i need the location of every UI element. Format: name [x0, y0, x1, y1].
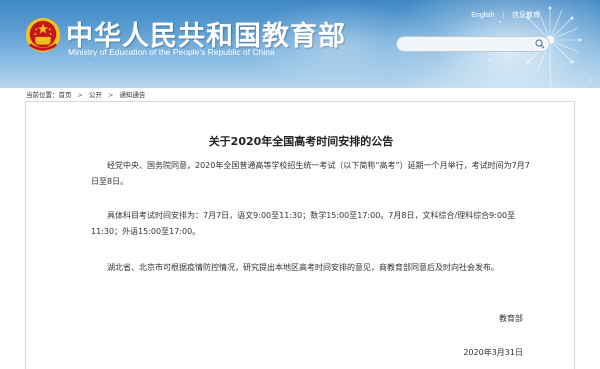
link-divider: |	[502, 12, 505, 19]
breadcrumb-public[interactable]: 公开	[89, 89, 102, 99]
article-paragraph: 经党中央、国务院同意，2020年全国普通高等学校招生统一考试（以下简称“高考”）…	[91, 161, 530, 186]
article-signer: 教育部	[499, 314, 523, 323]
breadcrumb-separator: >	[77, 91, 83, 99]
top-links: English | 信息教育	[471, 10, 540, 20]
article-paragraph: 具体科目考试时间安排为：7月7日，语文9:00至11:30；数学15:00至17…	[91, 211, 516, 236]
article-title: 关于2020年全国高考时间安排的公告	[208, 135, 394, 148]
article-paragraph: 湖北省、北京市可根据疫情防控情况，研究提出本地区高考时间安排的意见，商教育部同意…	[107, 263, 499, 272]
breadcrumb-label: 当前位置：	[26, 91, 59, 99]
search-input[interactable]	[396, 36, 550, 52]
search-icon[interactable]	[535, 39, 545, 49]
breadcrumb-notices[interactable]: 通知通告	[119, 89, 145, 99]
breadcrumb-home[interactable]: 首页	[59, 89, 72, 99]
article-container: 关于2020年全国高考时间安排的公告 经党中央、国务院同意，2020年全国普通高…	[25, 101, 575, 369]
site-header: 中华人民共和国教育部 Ministry of Education of the …	[0, 0, 600, 88]
site-subtitle: Ministry of Education of the People's Re…	[68, 47, 275, 57]
english-link[interactable]: English	[471, 12, 494, 19]
breadcrumb: 当前位置：首页 > 公开 > 通知通告	[26, 89, 145, 99]
breadcrumb-separator: >	[107, 91, 114, 99]
article-date: 2020年3月31日	[463, 348, 523, 357]
info-education-link[interactable]: 信息教育	[512, 10, 540, 20]
national-emblem-icon	[25, 17, 61, 53]
